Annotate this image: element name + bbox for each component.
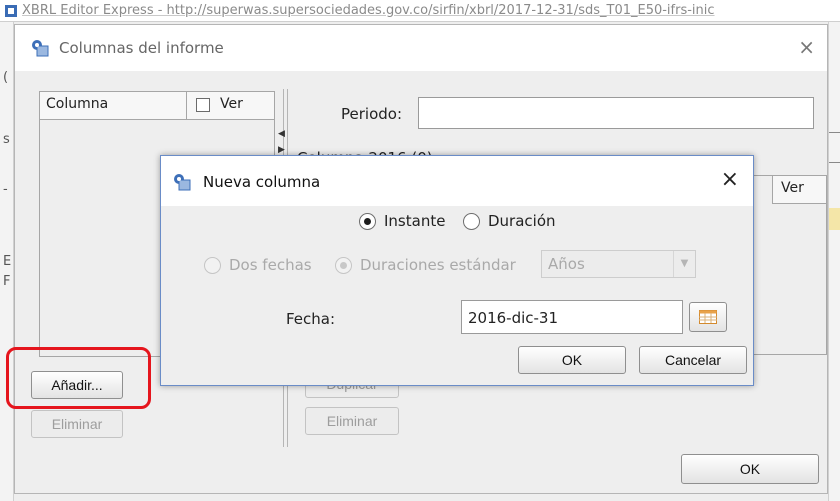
collapse-right-icon[interactable]: ▶ — [278, 145, 285, 155]
app-left-edge: ( s - E F — [0, 22, 14, 501]
fecha-label: Fecha: — [286, 310, 336, 328]
duracion-label[interactable]: Duración — [488, 212, 556, 230]
instante-label[interactable]: Instante — [384, 212, 445, 230]
dialog-title: Nueva columna — [203, 173, 321, 191]
nueva-columna-dialog: Nueva columna × Instante Duración Dos fe… — [160, 155, 754, 386]
periodo-input[interactable] — [418, 97, 814, 129]
calendar-button[interactable] — [689, 302, 727, 332]
app-right-edge — [828, 22, 840, 501]
close-icon[interactable]: × — [798, 35, 815, 59]
table-header: Columna Ver — [40, 92, 274, 120]
remove-button[interactable]: Eliminar — [31, 410, 123, 438]
app-titlebar: XBRL Editor Express - http://superwas.su… — [0, 0, 840, 22]
app-icon — [32, 40, 49, 57]
periodo-label: Periodo: — [341, 105, 403, 123]
calendar-icon — [699, 310, 717, 324]
dialog-titlebar: Nueva columna × — [161, 156, 753, 206]
app-title: XBRL Editor Express - http://superwas.su… — [22, 3, 715, 18]
instante-radio[interactable] — [359, 213, 376, 230]
dos-fechas-label: Dos fechas — [229, 256, 312, 274]
dos-fechas-radio[interactable] — [204, 257, 221, 274]
app-icon — [174, 174, 191, 191]
fecha-value: 2016-dic-31 — [468, 309, 559, 327]
app-icon — [5, 5, 17, 17]
collapse-left-icon[interactable]: ◀ — [278, 129, 285, 139]
periodo-select[interactable]: Años ▼ — [541, 250, 696, 278]
dialog-titlebar: Columnas del informe × — [15, 25, 827, 71]
duracion-radio[interactable] — [463, 213, 480, 230]
duraciones-radio[interactable] — [335, 257, 352, 274]
remove-period-button[interactable]: Eliminar — [305, 407, 399, 435]
ok-button[interactable]: OK — [518, 346, 626, 374]
ver-header: Ver — [772, 176, 826, 204]
column-header[interactable]: Columna — [46, 96, 108, 112]
chevron-down-icon[interactable]: ▼ — [673, 251, 695, 277]
highlight-annotation — [6, 347, 151, 409]
close-icon[interactable]: × — [721, 167, 739, 192]
ver-header: Ver — [220, 96, 243, 112]
ok-button[interactable]: OK — [681, 454, 819, 484]
ver-all-checkbox[interactable] — [196, 98, 210, 112]
cancel-button[interactable]: Cancelar — [639, 346, 747, 374]
fecha-input[interactable]: 2016-dic-31 — [461, 300, 683, 334]
duraciones-label: Duraciones estándar — [360, 256, 516, 274]
periodo-select-value: Años — [548, 255, 585, 273]
dialog-title: Columnas del informe — [59, 39, 224, 57]
